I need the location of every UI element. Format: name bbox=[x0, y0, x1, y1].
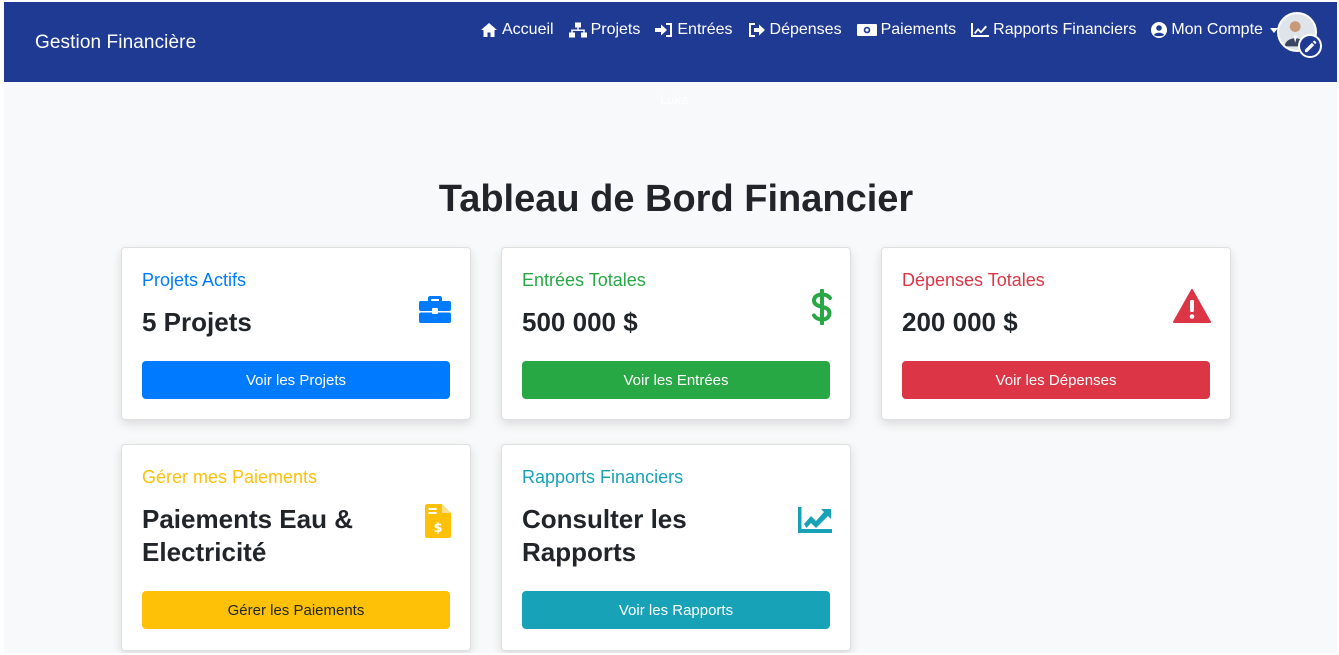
card-subtitle: Projets Actifs bbox=[142, 270, 247, 290]
top-navbar: Gestion Financière Accueil Projets Entré… bbox=[4, 2, 1337, 82]
voir-projets-button[interactable]: Voir les Projets bbox=[142, 361, 450, 399]
nav-menu: Accueil Projets Entrées Dépenses Paiemen… bbox=[480, 21, 1293, 39]
gerer-paiements-button[interactable]: Gérer les Paiements bbox=[142, 591, 450, 629]
nav-item-depenses[interactable]: Dépenses bbox=[748, 21, 842, 39]
card-subtitle: Dépenses Totales bbox=[902, 270, 1045, 290]
card-depenses-totales: Dépenses Totales 200 000 $ Voir les Dépe… bbox=[881, 247, 1231, 420]
chart-line-icon bbox=[971, 23, 990, 37]
svg-text:$: $ bbox=[433, 521, 442, 536]
nav-item-label: Mon Compte bbox=[1171, 21, 1263, 38]
nav-item-mon-compte[interactable]: Mon Compte bbox=[1151, 21, 1278, 39]
page-title: Tableau de Bord Financier bbox=[438, 178, 914, 220]
voir-entrees-button[interactable]: Voir les Entrées bbox=[522, 361, 830, 399]
card-value: 200 000 $ bbox=[902, 307, 1018, 337]
file-invoice-dollar-icon: $ bbox=[425, 504, 451, 538]
nav-item-label: Dépenses bbox=[769, 21, 842, 38]
nav-item-label: Paiements bbox=[880, 21, 957, 38]
nav-item-accueil[interactable]: Accueil bbox=[480, 21, 554, 39]
brand-link[interactable]: Gestion Financière bbox=[35, 32, 196, 54]
dollar-sign-icon bbox=[811, 289, 832, 325]
sitemap-icon bbox=[568, 22, 587, 38]
card-subtitle: Rapports Financiers bbox=[522, 467, 684, 487]
voir-depenses-button[interactable]: Voir les Dépenses bbox=[902, 361, 1210, 399]
card-entrees-totales: Entrées Totales 500 000 $ Voir les Entré… bbox=[501, 247, 851, 420]
voir-rapports-button[interactable]: Voir les Rapports bbox=[522, 591, 830, 629]
sign-out-icon bbox=[748, 23, 765, 37]
nav-item-entrees[interactable]: Entrées bbox=[655, 21, 733, 39]
pencil-icon bbox=[1304, 40, 1316, 52]
user-circle-icon bbox=[1151, 22, 1168, 38]
card-projets-actifs: Projets Actifs 5 Projets Voir les Projet… bbox=[121, 247, 471, 420]
card-gerer-paiements: Gérer mes Paiements Paiements Eau & Elec… bbox=[121, 444, 471, 651]
card-value-line: Rapports bbox=[522, 537, 637, 567]
username-label: Luka bbox=[660, 92, 689, 107]
card-value-line: Consulter les bbox=[522, 504, 687, 534]
nav-item-label: Projets bbox=[590, 21, 641, 38]
chart-area-icon bbox=[798, 507, 832, 533]
nav-item-projets[interactable]: Projets bbox=[568, 21, 641, 39]
money-bill-icon bbox=[856, 24, 877, 36]
briefcase-icon bbox=[419, 296, 451, 323]
card-value: Paiements Eau & Electricité bbox=[142, 503, 353, 569]
nav-item-paiements[interactable]: Paiements bbox=[856, 21, 957, 39]
card-subtitle: Entrées Totales bbox=[522, 270, 646, 290]
card-value-line: Electricité bbox=[142, 537, 267, 567]
nav-item-rapports[interactable]: Rapports Financiers bbox=[971, 21, 1136, 39]
home-icon bbox=[481, 23, 497, 37]
app-frame: Gestion Financière Accueil Projets Entré… bbox=[4, 2, 1337, 653]
edit-avatar-button[interactable] bbox=[1298, 34, 1322, 58]
card-value-line: Paiements Eau & bbox=[142, 504, 353, 534]
nav-item-label: Accueil bbox=[502, 21, 554, 38]
card-value: 500 000 $ bbox=[522, 307, 638, 337]
sign-in-icon bbox=[655, 23, 673, 37]
card-subtitle: Gérer mes Paiements bbox=[142, 467, 318, 487]
card-value: Consulter les Rapports bbox=[522, 503, 687, 569]
nav-item-label: Entrées bbox=[677, 21, 733, 38]
nav-item-label: Rapports Financiers bbox=[993, 21, 1137, 38]
exclamation-triangle-icon bbox=[1173, 289, 1211, 323]
card-value: 5 Projets bbox=[142, 307, 252, 337]
card-rapports-financiers: Rapports Financiers Consulter les Rappor… bbox=[501, 444, 851, 651]
